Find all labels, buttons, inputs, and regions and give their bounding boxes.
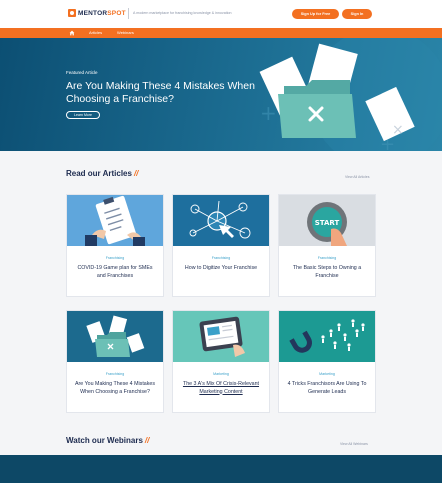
hero-kicker: Featured Article xyxy=(66,70,98,75)
article-title[interactable]: The Basic Steps to Owning a Franchise xyxy=(285,265,369,280)
view-all-webinars-link[interactable]: View All Webinars xyxy=(340,442,368,446)
magnet-leads-illustration xyxy=(279,311,375,362)
hero-banner: Featured Article Are You Making These 4 … xyxy=(0,38,442,151)
mentorspot-logo[interactable]: MENTORSPOT xyxy=(68,9,126,17)
svg-text:×: × xyxy=(392,122,404,138)
article-category: Marketing xyxy=(213,372,229,376)
site-header: MENTORSPOT A modern marketplace for fran… xyxy=(0,0,442,28)
nav-item-articles[interactable]: Articles xyxy=(89,30,102,36)
learn-more-button[interactable]: Learn More xyxy=(66,111,100,119)
webinars-section-title: Watch our Webinars// xyxy=(66,436,150,445)
view-all-articles-link[interactable]: View All Articles xyxy=(345,175,369,179)
logo-brand-accent: SPOT xyxy=(107,9,126,17)
article-title[interactable]: The 3 A's Mix Of Crisis-Relevant Marketi… xyxy=(179,381,263,396)
article-category: Franchising xyxy=(211,256,231,260)
article-title[interactable]: Are You Making These 4 Mistakes When Cho… xyxy=(73,381,157,396)
folder-illustration xyxy=(67,311,163,362)
article-category: Franchising xyxy=(105,372,125,376)
main-nav: Articles Webinars xyxy=(0,28,442,38)
tablet-illustration xyxy=(173,311,269,362)
site-tagline: A modern marketplace for franchising kno… xyxy=(133,11,232,15)
hero-title: Are You Making These 4 Mistakes When Cho… xyxy=(66,80,255,105)
article-card[interactable]: Franchising COVID-19 Game plan for SMEs … xyxy=(66,194,164,297)
home-icon[interactable] xyxy=(69,30,75,36)
article-category: Marketing xyxy=(319,372,335,376)
clipboard-illustration xyxy=(67,195,163,246)
article-category: Franchising xyxy=(317,256,337,260)
article-card[interactable]: START Franchising The Basic Steps to Own… xyxy=(278,194,376,297)
logo-icon xyxy=(68,9,76,17)
sign-up-button[interactable]: Sign Up for Free xyxy=(292,9,339,19)
article-title[interactable]: COVID-19 Game plan for SMEs and Franchis… xyxy=(73,265,157,280)
article-card[interactable]: Franchising Are You Making These 4 Mista… xyxy=(66,310,164,413)
article-title[interactable]: 4 Tricks Franchisors Are Using To Genera… xyxy=(285,381,369,396)
digital-network-illustration xyxy=(173,195,269,246)
article-category: Franchising xyxy=(105,256,125,260)
header-divider xyxy=(128,8,129,19)
svg-text:+: + xyxy=(260,101,277,125)
webinars-band xyxy=(0,455,442,483)
article-title[interactable]: How to Digitize Your Franchise xyxy=(179,265,263,273)
nav-item-webinars[interactable]: Webinars xyxy=(117,30,134,36)
sign-in-button[interactable]: Sign In xyxy=(342,9,372,19)
articles-section-title: Read our Articles// xyxy=(66,169,139,178)
article-card[interactable]: Marketing 4 Tricks Franchisors Are Using… xyxy=(278,310,376,413)
start-button-illustration: START xyxy=(279,195,375,246)
svg-text:START: START xyxy=(315,219,340,227)
logo-brand: MENTOR xyxy=(78,9,108,17)
article-card[interactable]: Franchising How to Digitize Your Franchi… xyxy=(172,194,270,297)
hero-folder-illustration: + + × xyxy=(259,38,442,151)
article-card[interactable]: Marketing The 3 A's Mix Of Crisis-Releva… xyxy=(172,310,270,413)
